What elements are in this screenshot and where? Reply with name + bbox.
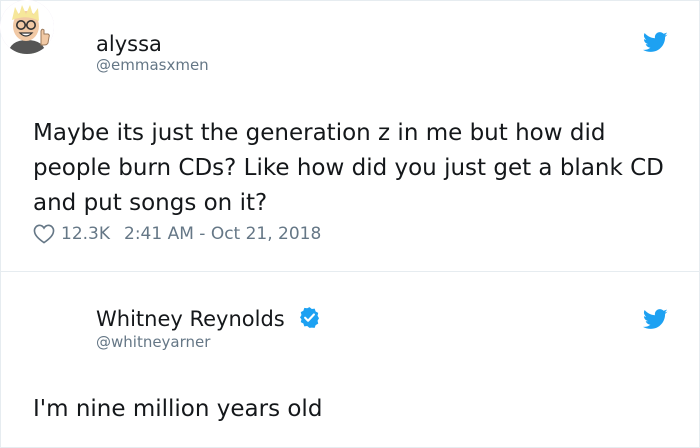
twitter-bird-icon[interactable] [643, 309, 668, 330]
twitter-bird-icon[interactable] [643, 32, 668, 53]
user-handle[interactable]: @whitneyarner [96, 332, 210, 352]
timestamp[interactable]: 2:41 AM - Oct 21, 2018 [124, 224, 321, 244]
cartoon-thumbs-up-avatar[interactable] [0, 0, 54, 54]
display-name[interactable]: alyssa [96, 31, 162, 57]
tweet-text: I'm nine million years old [33, 396, 323, 422]
tweet-meta: 12.3K 2:41 AM - Oct 21, 2018 [33, 222, 321, 246]
tweet-screenshot: alyssa @emmasxmen Maybe its just the gen… [0, 0, 700, 448]
heart-icon[interactable] [33, 224, 55, 244]
like-count[interactable]: 12.3K [61, 224, 110, 244]
tweet-text: Maybe its just the generation z in me bu… [33, 120, 664, 216]
verified-badge-icon [300, 307, 319, 328]
cartoon-avatar-image [0, 0, 54, 54]
display-name[interactable]: Whitney Reynolds [96, 306, 285, 332]
user-handle[interactable]: @emmasxmen [96, 55, 209, 75]
